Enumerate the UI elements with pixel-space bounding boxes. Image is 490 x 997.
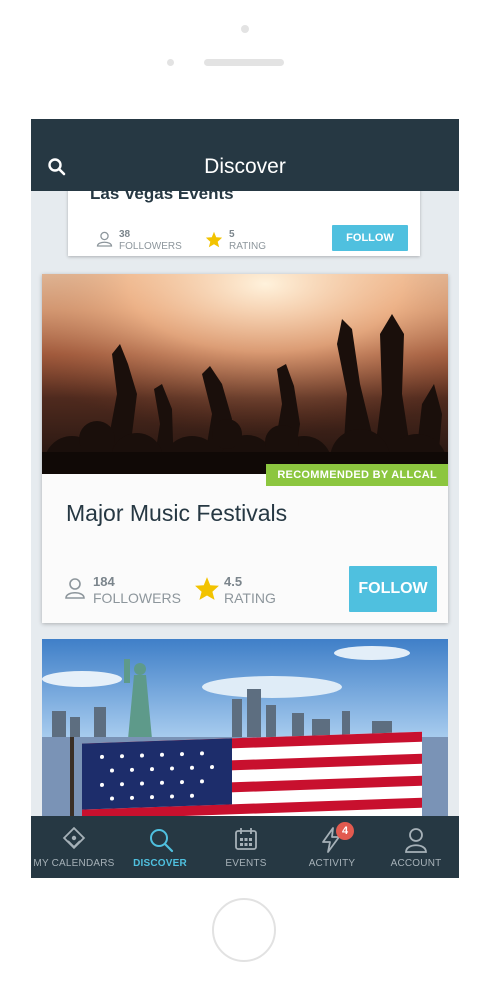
follow-button[interactable]: FOLLOW [349, 566, 437, 612]
rating-label: RATING [229, 241, 267, 252]
concert-crowd-image [42, 274, 448, 474]
recommended-badge: RECOMMENDED BY ALLCAL [266, 464, 448, 486]
tab-label: EVENTS [225, 858, 267, 869]
calendars-icon [62, 827, 86, 850]
rating-stat: 5 RATING [229, 229, 266, 253]
star-icon [205, 231, 223, 248]
calendar-icon [235, 828, 257, 850]
tab-label: DISCOVER [133, 858, 187, 869]
earpiece-speaker [204, 59, 284, 66]
person-icon [65, 578, 85, 599]
search-icon [150, 829, 174, 853]
rating-label: RATING [224, 590, 276, 606]
page-title: Discover [204, 155, 286, 178]
rating-stat: 4.5 RATING [224, 574, 276, 606]
calendar-card-image[interactable] [42, 639, 448, 839]
follow-button[interactable]: FOLLOW [332, 225, 408, 251]
star-icon [195, 577, 219, 600]
app-screen: Discover Las Vegas Events 38 FOLLOWERS 5… [31, 119, 459, 878]
top-navigation-bar: Discover [31, 119, 459, 191]
tab-discover[interactable]: DISCOVER [117, 816, 203, 878]
front-camera [241, 25, 249, 33]
tab-events[interactable]: EVENTS [203, 816, 289, 878]
bottom-tab-bar: MY CALENDARS DISCOVER EVENTS 4 ACTIVITY … [31, 816, 459, 878]
followers-stat: 38 FOLLOWERS [119, 229, 182, 253]
new-york-image [42, 639, 448, 839]
followers-count: 184 [93, 574, 115, 589]
followers-label: FOLLOWERS [93, 590, 181, 606]
notification-badge: 4 [336, 822, 354, 840]
followers-count: 38 [119, 229, 131, 240]
rating-value: 4.5 [224, 574, 243, 589]
tab-account[interactable]: ACCOUNT [373, 816, 459, 878]
tab-label: ACCOUNT [390, 858, 442, 869]
tab-my-calendars[interactable]: MY CALENDARS [31, 816, 117, 878]
tab-label: MY CALENDARS [33, 858, 115, 869]
followers-stat: 184 FOLLOWERS [93, 574, 181, 606]
person-icon [405, 828, 427, 853]
proximity-sensor [167, 59, 174, 66]
followers-label: FOLLOWERS [119, 241, 182, 252]
person-icon [96, 231, 113, 247]
calendar-card[interactable]: RECOMMENDED BY ALLCAL Major Music Festiv… [42, 274, 448, 623]
card-title: Major Music Festivals [66, 500, 288, 526]
tab-label: ACTIVITY [308, 858, 356, 869]
rating-value: 5 [229, 229, 235, 240]
home-button[interactable] [212, 898, 276, 962]
tab-activity[interactable]: 4 ACTIVITY [289, 816, 375, 878]
